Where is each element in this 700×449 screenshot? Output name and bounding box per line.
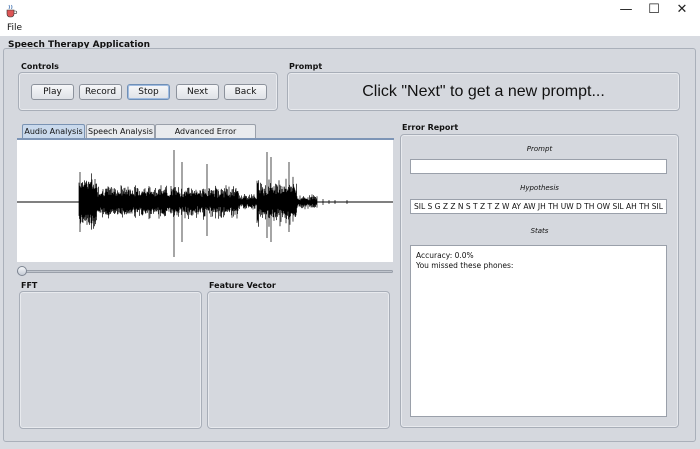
next-button[interactable]: Next xyxy=(176,84,219,100)
back-button[interactable]: Back xyxy=(224,84,267,100)
error-prompt-label: Prompt xyxy=(526,145,553,153)
stats-text-area[interactable]: Accuracy: 0.0% You missed these phones: xyxy=(410,245,667,417)
fft-panel xyxy=(19,291,202,429)
error-prompt-field[interactable] xyxy=(410,159,667,174)
tab-advanced-error-reporting[interactable]: Advanced Error Reporting xyxy=(155,124,256,150)
feature-vector-title: Feature Vector xyxy=(209,281,276,290)
missed-phones-text: You missed these phones: xyxy=(416,261,514,270)
feature-vector-panel xyxy=(207,291,390,429)
maximize-icon[interactable]: ☐ xyxy=(640,0,668,22)
accuracy-text: Accuracy: 0.0% xyxy=(416,251,474,260)
tab-audio-analysis[interactable]: Audio Analysis xyxy=(22,124,85,138)
minimize-icon[interactable]: — xyxy=(612,0,640,22)
prompt-text: Click "Next" to get a new prompt... xyxy=(362,83,605,100)
prompt-title: Prompt xyxy=(289,62,323,71)
stop-button[interactable]: Stop xyxy=(127,84,170,100)
hypothesis-field[interactable]: SIL S G Z Z N S T Z T Z W AY AW JH TH UW… xyxy=(410,199,667,214)
record-button[interactable]: Record xyxy=(79,84,122,100)
stats-label: Stats xyxy=(530,227,549,235)
hypothesis-label: Hypothesis xyxy=(520,184,559,192)
playback-slider-knob[interactable] xyxy=(17,266,27,276)
java-cup-icon xyxy=(4,4,18,18)
fft-title: FFT xyxy=(21,281,38,290)
controls-title: Controls xyxy=(21,62,59,71)
waveform-display xyxy=(17,150,393,257)
close-icon[interactable]: ✕ xyxy=(668,0,696,22)
playback-slider-track[interactable] xyxy=(17,270,393,273)
error-report-title: Error Report xyxy=(402,123,459,132)
tab-speech-analysis[interactable]: Speech Analysis xyxy=(86,124,155,138)
menu-bar xyxy=(0,22,700,35)
menu-file[interactable]: File xyxy=(7,22,22,35)
title-bar xyxy=(0,0,700,22)
play-button[interactable]: Play xyxy=(31,84,74,100)
